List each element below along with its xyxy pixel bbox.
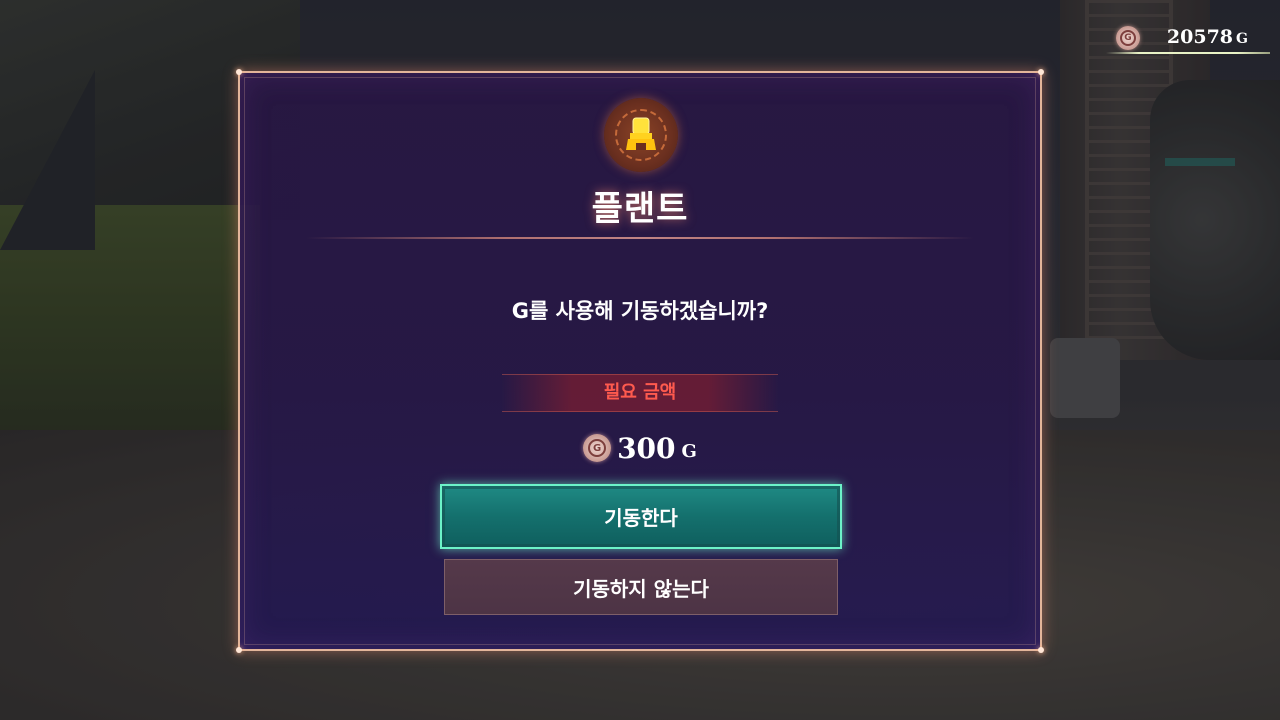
activation-dialog: 플랜트 G를 사용해 기동하겠습니까? 필요 금액 G 300 G 기동한다 기… (236, 69, 1044, 653)
gold-unit: G (1236, 31, 1248, 47)
plant-icon (604, 98, 678, 172)
plant-glyph-icon (626, 117, 656, 150)
gold-counter: G 20578 G (1106, 20, 1270, 56)
confirm-question: G를 사용해 기동하겠습니까? (511, 299, 769, 323)
corner-ornament (1038, 69, 1044, 75)
corner-ornament (1038, 647, 1044, 653)
cost-amount: 300 (617, 431, 676, 465)
title-divider (306, 237, 974, 239)
do-not-activate-button[interactable]: 기동하지 않는다 (444, 559, 838, 615)
gold-coin-icon: G (1116, 26, 1140, 50)
activate-button[interactable]: 기동한다 (440, 484, 842, 549)
cost-display: G 300 G (240, 428, 1040, 468)
gold-amount: 20578 G (1166, 26, 1248, 48)
gold-underline (1106, 52, 1270, 54)
required-amount-label: 필요 금액 (502, 374, 778, 412)
cost-unit: G (681, 440, 697, 462)
corner-ornament (236, 69, 242, 75)
dialog-title: 플랜트 (591, 189, 689, 229)
corner-ornament (236, 647, 242, 653)
gold-coin-icon: G (583, 434, 612, 462)
